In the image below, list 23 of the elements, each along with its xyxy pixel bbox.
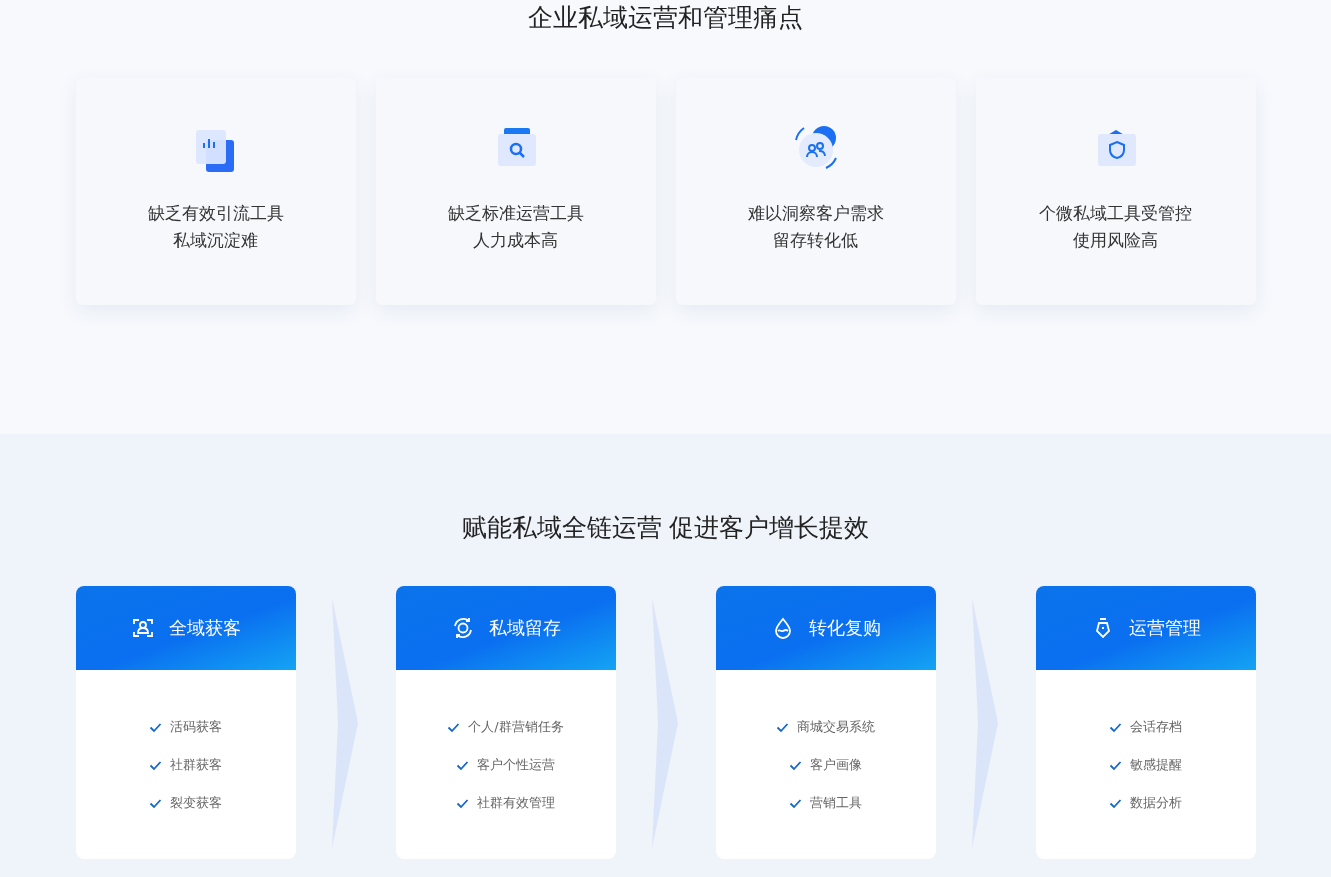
pain-point-text: 个微私域工具受管控 使用风险高 <box>1039 202 1192 252</box>
pain-point-text: 难以洞察客户需求 留存转化低 <box>747 202 884 252</box>
feature-item-text: 社群获客 <box>170 756 222 774</box>
feature-item-text: 裂变获客 <box>170 794 222 812</box>
feature-item-text: 会话存档 <box>1130 718 1182 736</box>
feature-item-text: 数据分析 <box>1130 794 1182 812</box>
feature-title: 转化复购 <box>808 616 881 640</box>
section-title: 企业私域运营和管理痛点 <box>528 2 803 34</box>
feature-title: 全域获客 <box>168 616 241 640</box>
feature-item-text: 社群有效管理 <box>477 794 555 812</box>
feature-item-text: 个人/群营销任务 <box>468 718 564 736</box>
pain-point-text: 缺乏标准运营工具 人力成本高 <box>447 202 584 252</box>
feature-item-text: 客户个性运营 <box>477 756 555 774</box>
feature-item-text: 客户画像 <box>810 756 862 774</box>
feature-item-text: 活码获客 <box>170 718 222 736</box>
feature-title: 运营管理 <box>1128 616 1201 640</box>
feature-item-text: 商城交易系统 <box>797 718 875 736</box>
pain-point-text: 缺乏有效引流工具 私域沉淀难 <box>147 202 284 252</box>
section-title: 赋能私域全链运营 促进客户增长提效 <box>461 512 870 544</box>
feature-item-text: 营销工具 <box>810 794 862 812</box>
feature-item-text: 敏感提醒 <box>1130 756 1182 774</box>
feature-title: 私域留存 <box>488 616 561 640</box>
person-scan-icon <box>130 616 155 640</box>
